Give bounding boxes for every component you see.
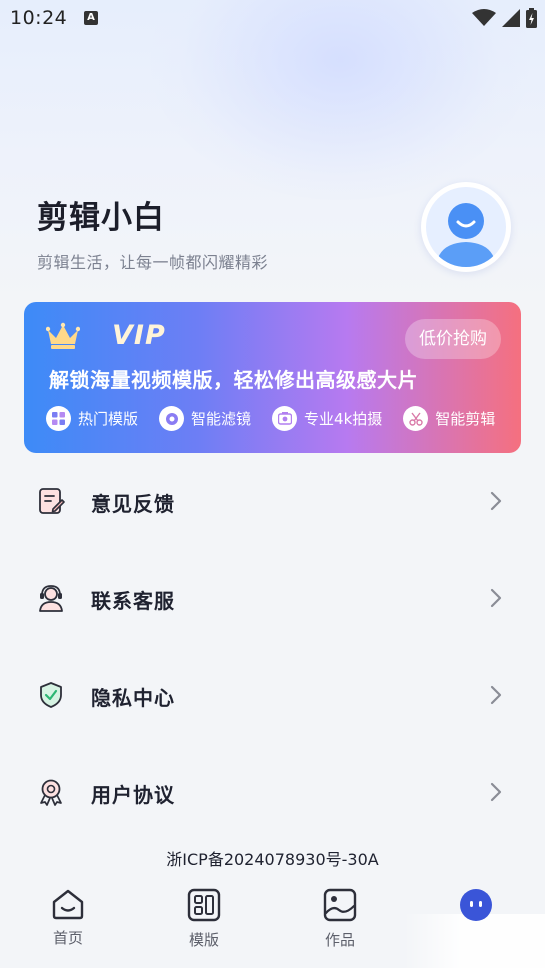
status-time: 10:24 bbox=[10, 7, 68, 29]
vip-title: VIP bbox=[112, 320, 166, 351]
nav-label: 模版 bbox=[188, 931, 219, 949]
profile-name: 剪辑小白 bbox=[37, 200, 165, 236]
vip-feature-camera: 专业4k拍摄 bbox=[272, 406, 382, 431]
nav-label: 首页 bbox=[52, 929, 83, 947]
bottom-nav: 首页 模版 作品 bbox=[0, 878, 545, 968]
chevron-right-icon bbox=[490, 491, 502, 511]
crown-icon bbox=[46, 322, 80, 349]
status-icons bbox=[472, 8, 537, 28]
camera-icon bbox=[272, 406, 298, 431]
vip-feature-templates: 热门模版 bbox=[46, 406, 138, 431]
menu-item-label: 意见反馈 bbox=[91, 492, 175, 516]
profile-face-icon bbox=[460, 889, 492, 921]
status-bar: 10:24 A bbox=[0, 0, 545, 36]
vip-feature-editing: 智能剪辑 bbox=[403, 406, 495, 431]
vip-feature-label: 智能剪辑 bbox=[435, 410, 496, 428]
feedback-icon bbox=[39, 488, 65, 514]
nav-profile[interactable] bbox=[436, 888, 516, 929]
vip-card[interactable]: VIP 低价抢购 解锁海量视频模版，轻松修出高级感大片 热门模版 智能滤镜 专业… bbox=[24, 302, 521, 453]
avatar[interactable] bbox=[421, 182, 511, 272]
wifi-icon bbox=[472, 9, 496, 26]
menu-item-label: 联系客服 bbox=[91, 589, 175, 613]
vip-feature-label: 热门模版 bbox=[78, 410, 139, 428]
badge-icon bbox=[40, 779, 62, 806]
template-grid-icon bbox=[187, 888, 221, 922]
nav-home[interactable]: 首页 bbox=[28, 888, 108, 948]
vip-feature-label: 专业4k拍摄 bbox=[304, 410, 383, 428]
nav-works[interactable]: 作品 bbox=[300, 888, 380, 950]
template-icon bbox=[46, 406, 71, 431]
menu-item-label: 隐私中心 bbox=[91, 686, 175, 710]
menu-item-feedback[interactable]: 意见反馈 bbox=[24, 466, 521, 536]
notification-icon: A bbox=[84, 11, 98, 25]
vip-feature-filters: 智能滤镜 bbox=[159, 406, 251, 431]
profile-slogan: 剪辑生活，让每一帧都闪耀精彩 bbox=[37, 253, 269, 272]
vip-feature-label: 智能滤镜 bbox=[191, 410, 252, 428]
vip-purchase-button[interactable]: 低价抢购 bbox=[405, 319, 501, 359]
image-icon bbox=[323, 888, 357, 922]
menu-item-user-agreement[interactable]: 用户协议 bbox=[24, 757, 521, 827]
signal-icon bbox=[502, 9, 520, 27]
vip-headline: 解锁海量视频模版，轻松修出高级感大片 bbox=[49, 368, 418, 392]
chevron-right-icon bbox=[490, 588, 502, 608]
chevron-right-icon bbox=[490, 685, 502, 705]
user-avatar-icon bbox=[426, 187, 506, 267]
filter-icon bbox=[159, 406, 185, 431]
shield-icon bbox=[40, 682, 62, 708]
chevron-right-icon bbox=[490, 782, 502, 802]
battery-charging-icon bbox=[526, 8, 537, 28]
menu-item-label: 用户协议 bbox=[91, 783, 175, 807]
customer-service-icon bbox=[39, 585, 63, 612]
nav-label: 作品 bbox=[324, 931, 355, 949]
menu-item-privacy[interactable]: 隐私中心 bbox=[24, 660, 521, 730]
scissors-icon bbox=[403, 406, 429, 431]
nav-templates[interactable]: 模版 bbox=[164, 888, 244, 950]
home-icon bbox=[52, 889, 84, 920]
menu-item-customer-service[interactable]: 联系客服 bbox=[24, 563, 521, 633]
icp-license: 浙ICP备2024078930号-30A bbox=[166, 850, 379, 869]
vip-features: 热门模版 智能滤镜 专业4k拍摄 智能剪辑 bbox=[46, 406, 516, 431]
